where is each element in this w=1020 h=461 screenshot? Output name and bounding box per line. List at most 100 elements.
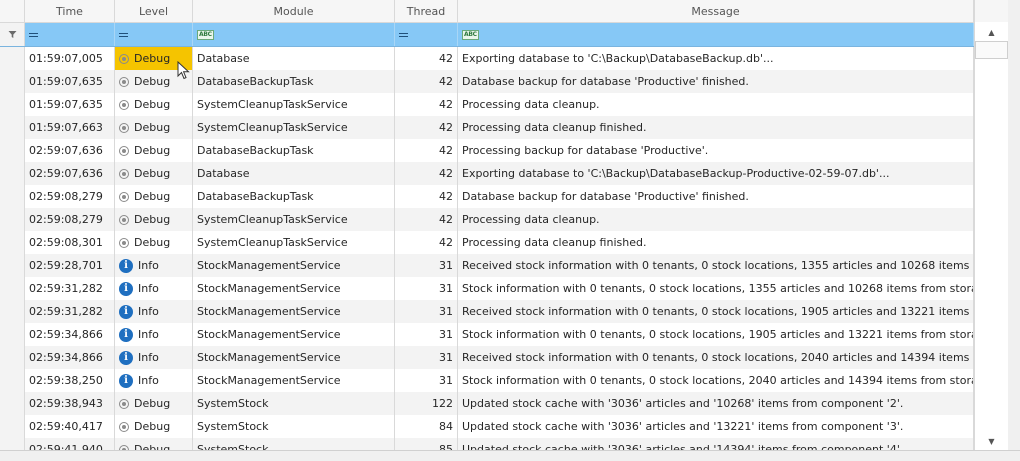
scroll-thumb[interactable] [975,41,1008,59]
cell-time[interactable]: 02:59:08,279 [25,185,115,208]
cell-time[interactable]: 02:59:31,282 [25,300,115,323]
cell-module[interactable]: SystemStock [193,392,395,415]
cell-level[interactable]: Debug [115,93,193,116]
filter-module[interactable]: ABC [193,23,395,46]
row-indicator[interactable] [0,93,25,116]
cell-message[interactable]: Exporting database to 'C:\Backup\Databas… [458,162,974,185]
row-indicator[interactable] [0,323,25,346]
cell-module[interactable]: StockManagementService [193,346,395,369]
row-indicator[interactable] [0,392,25,415]
table-row[interactable]: 02:59:07,636 Debug Database 42 Exporting dat… [0,162,974,186]
cell-message[interactable]: Processing data cleanup. [458,208,974,231]
cell-module[interactable]: StockManagementService [193,323,395,346]
cell-time[interactable]: 01:59:07,635 [25,70,115,93]
row-indicator[interactable] [0,277,25,300]
cell-time[interactable]: 02:59:38,943 [25,392,115,415]
cell-thread[interactable]: 42 [395,70,458,93]
table-row[interactable]: 02:59:28,701 i Info StockManagementService 3… [0,254,974,278]
filter-row-indicator[interactable] [0,23,25,46]
cell-thread[interactable]: 31 [395,369,458,392]
cell-module[interactable]: StockManagementService [193,277,395,300]
cell-message[interactable]: Exporting database to 'C:\Backup\Databas… [458,47,974,70]
cell-level[interactable]: i Info [115,346,193,369]
cell-message[interactable]: Received stock information with 0 tenant… [458,346,974,369]
filter-message[interactable]: ABC [458,23,974,46]
cell-message[interactable]: Database backup for database 'Productive… [458,185,974,208]
cell-level[interactable]: Debug [115,208,193,231]
cell-thread[interactable]: 42 [395,231,458,254]
cell-time[interactable]: 01:59:07,005 [25,47,115,70]
cell-thread[interactable]: 31 [395,300,458,323]
cell-message[interactable]: Stock information with 0 tenants, 0 stoc… [458,277,974,300]
cell-level[interactable]: i Info [115,277,193,300]
row-indicator[interactable] [0,300,25,323]
cell-level[interactable]: i Info [115,369,193,392]
cell-thread[interactable]: 84 [395,415,458,438]
table-row[interactable]: 02:59:31,282 i Info StockManagementService 3… [0,300,974,324]
cell-time[interactable]: 02:59:08,279 [25,208,115,231]
cell-level[interactable]: i Info [115,300,193,323]
table-row[interactable]: 02:59:08,279 Debug DatabaseBackupTask 42 Dat… [0,185,974,209]
cell-module[interactable]: DatabaseBackupTask [193,139,395,162]
cell-module[interactable]: SystemCleanupTaskService [193,93,395,116]
cell-time[interactable]: 02:59:31,282 [25,277,115,300]
column-header-module[interactable]: Module [193,0,395,22]
row-indicator[interactable] [0,415,25,438]
cell-message[interactable]: Database backup for database 'Productive… [458,70,974,93]
table-row[interactable]: 01:59:07,635 Debug SystemCleanupTaskServic… [0,93,974,117]
cell-time[interactable]: 02:59:28,701 [25,254,115,277]
scroll-up-button[interactable]: ▲ [975,24,1008,40]
cell-thread[interactable]: 42 [395,47,458,70]
cell-level[interactable]: Debug [115,415,193,438]
cell-message[interactable]: Received stock information with 0 tenant… [458,300,974,323]
cell-time[interactable]: 02:59:34,866 [25,323,115,346]
table-row[interactable]: 01:59:07,635 Debug DatabaseBackupTask 42 Dat… [0,70,974,94]
cell-module[interactable]: DatabaseBackupTask [193,70,395,93]
column-header-thread[interactable]: Thread [395,0,458,22]
cell-module[interactable]: Database [193,162,395,185]
cell-module[interactable]: SystemCleanupTaskService [193,116,395,139]
cell-level[interactable]: Debug [115,185,193,208]
cell-message[interactable]: Stock information with 0 tenants, 0 stoc… [458,323,974,346]
cell-thread[interactable]: 31 [395,254,458,277]
row-indicator[interactable] [0,139,25,162]
column-header-level[interactable]: Level [115,0,193,22]
cell-message[interactable]: Received stock information with 0 tenant… [458,254,974,277]
cell-time[interactable]: 02:59:40,417 [25,415,115,438]
row-indicator[interactable] [0,208,25,231]
cell-level[interactable]: i Info [115,323,193,346]
cell-time[interactable]: 01:59:07,635 [25,93,115,116]
cell-module[interactable]: DatabaseBackupTask [193,185,395,208]
cell-time[interactable]: 02:59:34,866 [25,346,115,369]
table-row[interactable]: 02:59:38,943 Debug SystemStock 122 Updated s… [0,392,974,416]
cell-level[interactable]: Debug [115,116,193,139]
cell-module[interactable]: StockManagementService [193,254,395,277]
row-indicator[interactable] [0,116,25,139]
table-row[interactable]: 01:59:07,005 Debug Database 42 Exporting dat… [0,47,974,71]
cell-message[interactable]: Updated stock cache with '3036' articles… [458,415,974,438]
cell-message[interactable]: Stock information with 0 tenants, 0 stoc… [458,369,974,392]
cell-module[interactable]: StockManagementService [193,300,395,323]
cell-thread[interactable]: 42 [395,139,458,162]
cell-time[interactable]: 02:59:38,250 [25,369,115,392]
cell-thread[interactable]: 31 [395,346,458,369]
cell-module[interactable]: Database [193,47,395,70]
cell-time[interactable]: 01:59:07,663 [25,116,115,139]
cell-message[interactable]: Processing backup for database 'Producti… [458,139,974,162]
cell-level[interactable]: Debug [115,139,193,162]
cell-module[interactable]: SystemStock [193,415,395,438]
cell-message[interactable]: Processing data cleanup finished. [458,231,974,254]
cell-level[interactable]: i Info [115,254,193,277]
cell-time[interactable]: 02:59:07,636 [25,139,115,162]
cell-module[interactable]: SystemCleanupTaskService [193,208,395,231]
cell-thread[interactable]: 42 [395,162,458,185]
table-row[interactable]: 02:59:34,866 i Info StockManagementService 3… [0,346,974,370]
cell-module[interactable]: SystemCleanupTaskService [193,231,395,254]
cell-thread[interactable]: 42 [395,185,458,208]
filter-thread[interactable] [395,23,458,46]
cell-time[interactable]: 02:59:07,636 [25,162,115,185]
column-header-message[interactable]: Message [458,0,974,22]
cell-thread[interactable]: 42 [395,116,458,139]
column-header-time[interactable]: Time [25,0,115,22]
scroll-down-button[interactable]: ▼ [975,433,1008,449]
